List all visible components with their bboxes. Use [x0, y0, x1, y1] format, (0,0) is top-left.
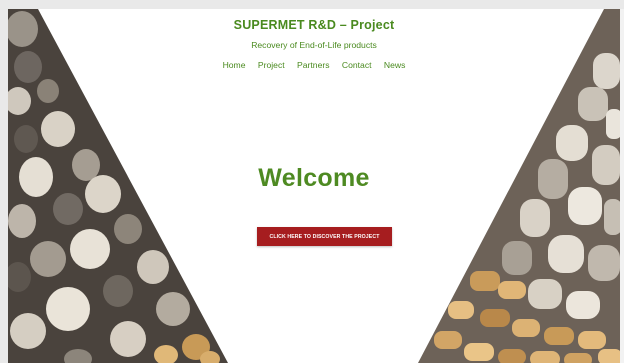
page-viewport: SUPERMET R&D – Project Recovery of End-o…	[8, 9, 620, 363]
site-title[interactable]: SUPERMET R&D – Project	[8, 18, 620, 32]
nav-home[interactable]: Home	[223, 60, 246, 70]
site-tagline: Recovery of End-of-Life products	[251, 40, 377, 50]
page-scrollbar[interactable]	[620, 9, 624, 363]
nav-project[interactable]: Project	[258, 60, 285, 70]
main-nav: Home Project Partners Contact News	[8, 60, 620, 70]
nav-contact[interactable]: Contact	[342, 60, 372, 70]
welcome-heading: Welcome	[258, 164, 370, 192]
nav-partners[interactable]: Partners	[297, 60, 329, 70]
discover-project-button[interactable]: CLICK HERE TO DISCOVER THE PROJECT	[257, 227, 392, 246]
nav-news[interactable]: News	[384, 60, 406, 70]
